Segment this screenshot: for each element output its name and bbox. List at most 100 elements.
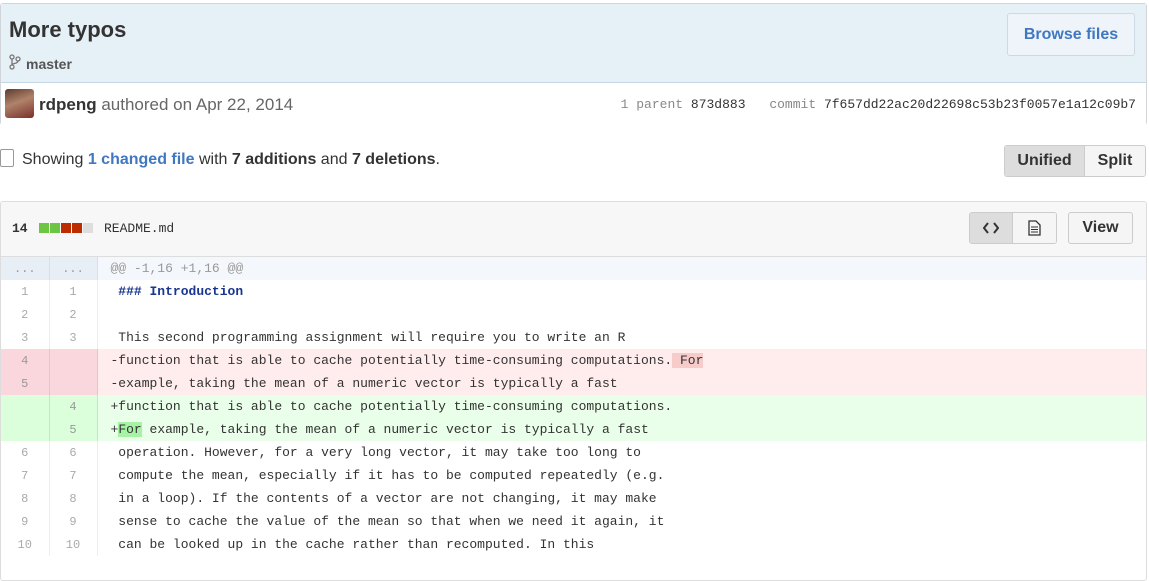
authored-date: authored on Apr 22, 2014 (101, 95, 294, 114)
author-name[interactable]: rdpeng (39, 95, 97, 114)
diff-line: 5 +For example, taking the mean of a nume… (1, 418, 1146, 441)
diff-code: in a loop). If the contents of a vector … (110, 491, 657, 506)
word-deletion-highlight: For (672, 353, 704, 368)
code-view-icon[interactable] (970, 213, 1013, 243)
branch-name: master (26, 55, 72, 72)
rich-diff-icon[interactable] (1013, 213, 1056, 243)
diff-code: ### Introduction (110, 284, 244, 299)
diffstat-block-del (72, 223, 82, 233)
file-diff: 14 README.md View ... ... @@ -1,16 +1,16… (0, 201, 1147, 581)
file-actions: View (969, 212, 1133, 244)
old-line-number[interactable]: 7 (1, 464, 50, 487)
diff-code: operation. However, for a very long vect… (110, 445, 641, 460)
diff-line: 33 This second programming assignment wi… (1, 326, 1146, 349)
new-line-number[interactable]: 10 (49, 533, 98, 556)
diff-line: 66 operation. However, for a very long v… (1, 441, 1146, 464)
new-line-number[interactable]: 5 (49, 418, 98, 441)
diff-code: sense to cache the value of the mean so … (110, 514, 665, 529)
new-line-number[interactable]: 7 (49, 464, 98, 487)
additions-count: 7 additions (231, 151, 317, 168)
showing-label: Showing (22, 151, 84, 168)
changed-files-link[interactable]: 1 changed file (88, 151, 195, 168)
change-count: 14 (12, 221, 28, 236)
deletions-count: 7 deletions (351, 151, 436, 168)
view-file-button[interactable]: View (1068, 212, 1133, 244)
diff-code (97, 303, 1146, 326)
branch-indicator[interactable]: master (9, 54, 72, 73)
diffstat-block-add (50, 223, 60, 233)
diff-line: 10 10 can be looked up in the cache rathe… (1, 533, 1146, 556)
new-line-number[interactable]: 2 (49, 303, 98, 326)
diff-code: -example, taking the mean of a numeric v… (97, 372, 1146, 395)
diffstat-block-neutral (83, 223, 93, 233)
diff-code: compute the mean, especially if it has t… (110, 468, 665, 483)
old-line-number[interactable]: 4 (1, 349, 50, 372)
diff-line: 77 compute the mean, especially if it ha… (1, 464, 1146, 487)
new-line-number[interactable] (49, 349, 98, 372)
browse-files-button[interactable]: Browse files (1007, 13, 1135, 56)
commit-meta: rdpeng authored on Apr 22, 2014 1 parent… (1, 83, 1146, 125)
diff-line: 99 sense to cache the value of the mean … (1, 510, 1146, 533)
old-line-number[interactable]: 1 (1, 280, 50, 303)
diff-summary-text: Showing 1 changed file with 7 additions … (22, 151, 440, 169)
commit-box: More typos master Browse files rdpeng au… (0, 3, 1147, 125)
commit-label: commit (769, 97, 817, 112)
split-button[interactable]: Split (1085, 146, 1145, 176)
author-line: rdpeng authored on Apr 22, 2014 (39, 95, 293, 115)
diff-view-toggle: Unified Split (1004, 145, 1146, 177)
old-line-number[interactable]: 6 (1, 441, 50, 464)
commit-sha: 7f657dd22ac20d22698c53b23f0057e1a12c09b7 (823, 97, 1136, 112)
old-line-number[interactable]: 2 (1, 303, 50, 326)
old-line-number[interactable]: 3 (1, 326, 50, 349)
commit-sha-info: 1 parent 873d883 commit 7f657dd22ac20d22… (621, 97, 1136, 112)
old-line-number[interactable]: 8 (1, 487, 50, 510)
parent-sha-link[interactable]: 873d883 (691, 97, 746, 112)
commit-header: More typos master Browse files (1, 4, 1146, 83)
unified-button[interactable]: Unified (1005, 146, 1085, 176)
file-header: 14 README.md View (1, 202, 1146, 257)
diff-line: 88 in a loop). If the contents of a vect… (1, 487, 1146, 510)
old-line-number[interactable] (1, 395, 50, 418)
commit-title: More typos (9, 17, 127, 42)
file-diff-icon[interactable] (0, 149, 14, 167)
branch-icon (9, 54, 21, 73)
old-line-number[interactable] (1, 418, 50, 441)
new-line-number[interactable]: 4 (49, 395, 98, 418)
period: . (435, 151, 440, 168)
diffstat-block-del (61, 223, 71, 233)
hunk-header: @@ -1,16 +1,16 @@ (97, 257, 1146, 280)
diff-line: 5 -example, taking the mean of a numeric … (1, 372, 1146, 395)
hunk-expand-old[interactable]: ... (1, 257, 50, 280)
diffstat-blocks (39, 223, 93, 233)
file-name[interactable]: README.md (104, 221, 174, 236)
hunk-header-row: ... ... @@ -1,16 +1,16 @@ (1, 257, 1146, 280)
new-line-number[interactable]: 6 (49, 441, 98, 464)
diff-code: can be looked up in the cache rather tha… (110, 537, 595, 552)
diff-code: +For example, taking the mean of a numer… (97, 418, 1146, 441)
new-line-number[interactable]: 1 (49, 280, 98, 303)
diff-line: 11 ### Introduction (1, 280, 1146, 303)
diff-code: -function that is able to cache potentia… (97, 349, 1146, 372)
new-line-number[interactable] (49, 372, 98, 395)
diff-line: 4 -function that is able to cache potenti… (1, 349, 1146, 372)
new-line-number[interactable]: 3 (49, 326, 98, 349)
parent-label: 1 parent (620, 97, 684, 112)
new-line-number[interactable]: 8 (49, 487, 98, 510)
diff-table: ... ... @@ -1,16 +1,16 @@ 11 ### Introdu… (1, 257, 1146, 556)
old-line-number[interactable]: 5 (1, 372, 50, 395)
avatar[interactable] (5, 89, 34, 118)
display-toggle (969, 212, 1057, 244)
diff-summary-bar: Showing 1 changed file with 7 additions … (0, 145, 1149, 177)
old-line-number[interactable]: 10 (1, 533, 50, 556)
hunk-expand-new[interactable]: ... (49, 257, 98, 280)
diffstat-block-add (39, 223, 49, 233)
diff-line: 4 +function that is able to cache potenti… (1, 395, 1146, 418)
with-label: with (198, 151, 228, 168)
diff-code: +function that is able to cache potentia… (97, 395, 1146, 418)
and-label: and (320, 151, 348, 168)
word-addition-highlight: For (118, 422, 142, 437)
diff-code: This second programming assignment will … (110, 330, 626, 345)
old-line-number[interactable]: 9 (1, 510, 50, 533)
diff-line: 22 (1, 303, 1146, 326)
new-line-number[interactable]: 9 (49, 510, 98, 533)
